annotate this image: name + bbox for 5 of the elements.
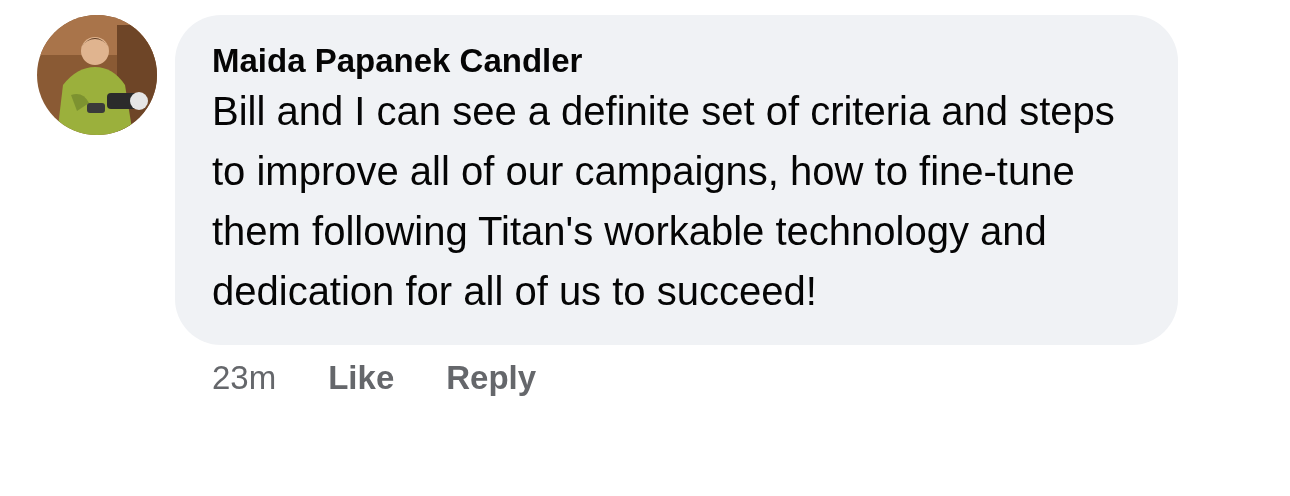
author-name[interactable]: Maida Papanek Candler [212, 41, 1142, 81]
comment-text: Bill and I can see a definite set of criteria and steps to improve all of our campaigns, how to fine-tune them following Titan's workable technology and dedication for all of us to succeed! [212, 88, 1116, 315]
timestamp[interactable]: 23m [212, 359, 277, 397]
action-link[interactable]: Like [328, 359, 395, 397]
action-link[interactable]: Reply [446, 359, 537, 397]
